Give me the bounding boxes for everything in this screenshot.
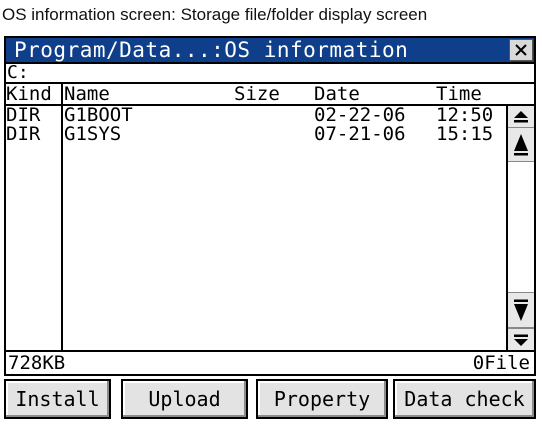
- drive-path: C:: [4, 64, 536, 84]
- file-list-scrollbar[interactable]: [506, 106, 534, 350]
- file-date: 07-21-06: [314, 123, 406, 145]
- upload-button[interactable]: Upload: [121, 379, 248, 419]
- title-bar: Program/Data...:OS information: [4, 36, 536, 64]
- page-down-icon: [514, 299, 528, 321]
- column-header-kind: Kind: [6, 83, 52, 105]
- window-title: Program/Data...:OS information: [14, 38, 409, 62]
- install-button[interactable]: Install: [4, 379, 111, 419]
- page-up-icon: [514, 133, 528, 155]
- file-kind: DIR: [6, 123, 41, 145]
- scroll-to-bottom-button[interactable]: [508, 328, 534, 350]
- page-down-button[interactable]: [508, 292, 534, 328]
- scroll-to-bottom-icon: [514, 334, 528, 346]
- page-up-button[interactable]: [508, 128, 534, 162]
- file-time: 15:15: [436, 123, 494, 145]
- file-list-panel: Kind Name Size Date Time DIR G1BOOT 02-2…: [4, 84, 536, 352]
- close-icon: [515, 44, 527, 56]
- close-button[interactable]: [509, 39, 533, 61]
- column-header-name: Name: [64, 83, 110, 105]
- file-count: 0File: [472, 352, 530, 374]
- column-header-size: Size: [234, 83, 280, 105]
- scroll-to-top-icon: [514, 110, 528, 122]
- function-button-bar: Install Upload Property Data check: [1, 379, 539, 423]
- file-list-header: Kind Name Size Date Time: [6, 84, 534, 106]
- column-header-time: Time: [436, 83, 482, 105]
- column-header-date: Date: [314, 83, 360, 105]
- property-button[interactable]: Property: [256, 379, 388, 419]
- os-information-window: Program/Data...:OS information C: Kind N…: [1, 35, 539, 427]
- file-name: G1SYS: [64, 123, 122, 145]
- file-row[interactable]: DIR G1SYS 07-21-06 15:15: [6, 125, 506, 144]
- scroll-to-top-button[interactable]: [508, 106, 534, 128]
- data-check-button[interactable]: Data check: [393, 379, 536, 419]
- status-bar: 728KB 0File: [4, 352, 536, 376]
- free-space: 728KB: [8, 352, 66, 374]
- screen-caption: OS information screen: Storage file/fold…: [2, 5, 428, 24]
- file-rows: DIR G1BOOT 02-22-06 12:50 DIR G1SYS 07-2…: [6, 106, 506, 144]
